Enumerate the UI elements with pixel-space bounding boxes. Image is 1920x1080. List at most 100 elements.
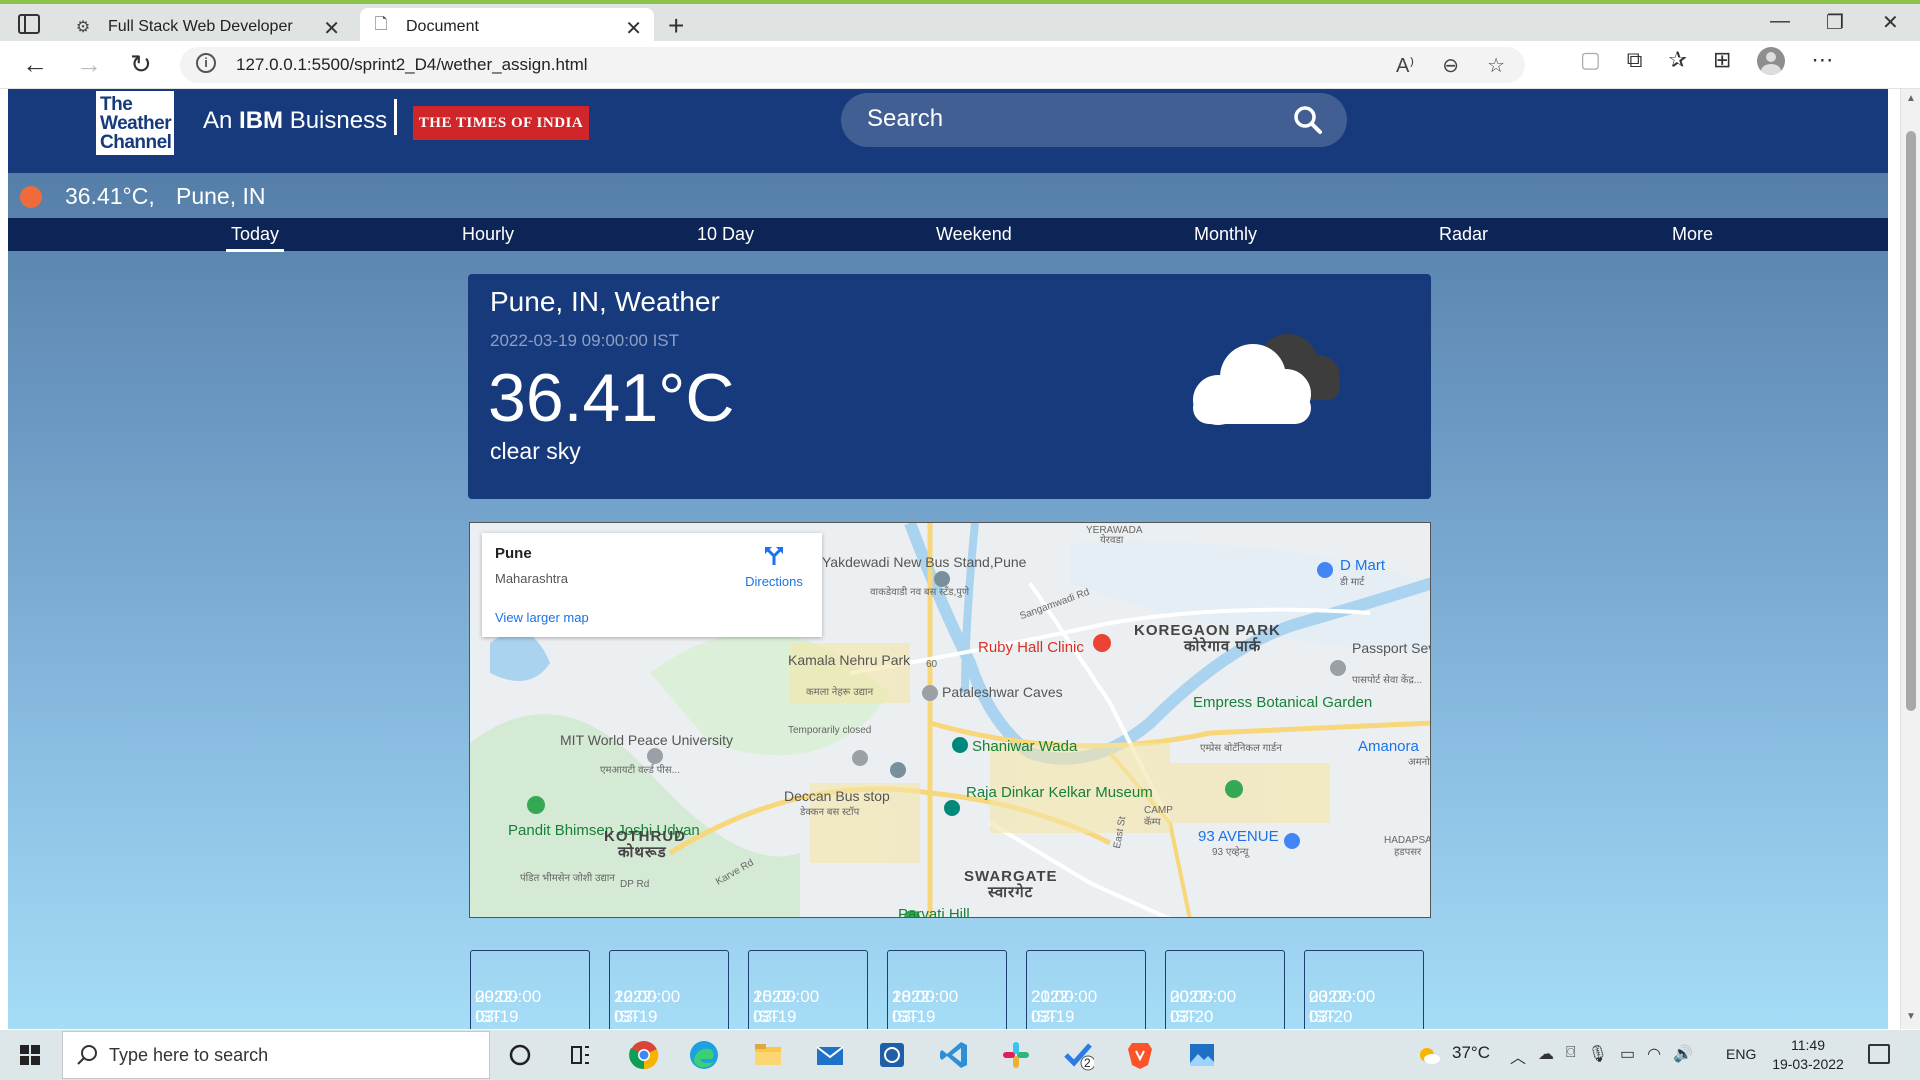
vscode-icon[interactable] bbox=[938, 1039, 970, 1071]
split-screen-icon[interactable]: ▢ bbox=[1580, 47, 1601, 75]
address-bar[interactable]: i 127.0.0.1:5500/sprint2_D4/wether_assig… bbox=[180, 47, 1525, 83]
weather-temp: 36.41°C bbox=[488, 360, 735, 436]
url-text[interactable]: 127.0.0.1:5500/sprint2_D4/wether_assign.… bbox=[236, 55, 588, 75]
forecast-time: 09:00:00 IST bbox=[475, 987, 542, 1026]
add-favorite-icon[interactable]: ☆ bbox=[1487, 53, 1505, 78]
forecast-card[interactable]: 2022-03-19 12:00:00 IST bbox=[609, 950, 729, 1029]
wifi-icon[interactable]: ◠ bbox=[1647, 1044, 1661, 1068]
clock[interactable]: 11:49 19-03-2022 bbox=[1768, 1036, 1848, 1074]
chevron-up-icon[interactable]: ︿ bbox=[1510, 1044, 1526, 1068]
menu-hourly[interactable]: Hourly bbox=[462, 224, 514, 245]
microphone-icon[interactable]: 🎙 bbox=[1588, 1044, 1608, 1068]
favorites-icon[interactable]: ✰ bbox=[1669, 47, 1687, 75]
search-icon[interactable] bbox=[1293, 105, 1323, 135]
weather-sun-icon[interactable] bbox=[1418, 1044, 1440, 1066]
weather-title: Pune, IN, Weather bbox=[490, 286, 720, 317]
forecast-card[interactable]: 2022-03-20 00:00:00 IST bbox=[1165, 950, 1285, 1029]
view-larger-map-link[interactable]: View larger map bbox=[495, 610, 589, 625]
forecast-card[interactable]: 2022-03-19 18:00:00 IST bbox=[887, 950, 1007, 1029]
taskbar-weather[interactable]: 37°C bbox=[1452, 1043, 1490, 1063]
weather-description: clear sky bbox=[490, 438, 581, 464]
directions-button[interactable]: Directions bbox=[739, 545, 809, 589]
back-icon[interactable]: ← bbox=[22, 49, 48, 80]
slack-icon[interactable] bbox=[1000, 1039, 1032, 1071]
ibm-bold: IBM bbox=[239, 107, 284, 134]
brave-icon[interactable] bbox=[1124, 1039, 1156, 1071]
volume-icon[interactable]: 🔊 bbox=[1673, 1044, 1693, 1068]
times-of-india-logo[interactable]: THE TIMES OF INDIA bbox=[413, 106, 589, 140]
menu-today[interactable]: Today bbox=[225, 224, 285, 252]
cloud-sync-icon[interactable]: ☁ bbox=[1538, 1044, 1554, 1068]
photos-icon[interactable] bbox=[1186, 1039, 1218, 1071]
edge-icon[interactable] bbox=[688, 1039, 720, 1071]
menu-radar[interactable]: Radar bbox=[1439, 224, 1488, 245]
tab-document[interactable]: 🗋 Document ✕ bbox=[360, 8, 654, 45]
chrome-icon[interactable] bbox=[628, 1039, 660, 1071]
scroll-down-icon[interactable]: ▼ bbox=[1906, 1011, 1916, 1022]
map-label: कॅम्प bbox=[1144, 817, 1161, 828]
minimize-icon[interactable]: — bbox=[1770, 10, 1790, 33]
ibm-suffix: Buisness bbox=[289, 107, 388, 134]
forecast-card[interactable]: 2022-03-19 21:00:00 IST bbox=[1026, 950, 1146, 1029]
language-indicator[interactable]: ENG bbox=[1726, 1046, 1756, 1062]
new-tab-icon[interactable]: + bbox=[668, 10, 684, 42]
logo-line: Weather bbox=[100, 112, 172, 134]
file-explorer-icon[interactable] bbox=[752, 1039, 784, 1071]
logo-line: Channel bbox=[100, 131, 172, 153]
search-bar[interactable]: Search bbox=[841, 93, 1347, 147]
close-window-icon[interactable]: ✕ bbox=[1882, 10, 1899, 35]
site-info-icon[interactable]: i bbox=[196, 53, 216, 73]
taskbar-search[interactable]: Type here to search bbox=[62, 1031, 490, 1079]
read-aloud-icon[interactable]: A⁾ bbox=[1396, 53, 1414, 78]
search-input[interactable]: Search bbox=[867, 105, 943, 133]
page-viewport: The Weather Channel An IBM Buisness THE … bbox=[8, 89, 1888, 1029]
task-view-icon[interactable] bbox=[564, 1039, 596, 1071]
logo-line: The bbox=[100, 93, 133, 115]
forecast-card[interactable]: 2022-03-19 09:00:00 IST bbox=[470, 950, 590, 1029]
map-label: DP Rd bbox=[620, 879, 650, 890]
menu-monthly[interactable]: Monthly bbox=[1194, 224, 1257, 245]
weather-channel-logo[interactable]: The Weather Channel bbox=[94, 89, 176, 157]
settings-more-icon[interactable]: ⋯ bbox=[1811, 47, 1833, 75]
tab-actions-icon[interactable] bbox=[18, 14, 40, 34]
extensions-icon[interactable]: ⧉ bbox=[1627, 47, 1643, 75]
forward-icon[interactable]: → bbox=[76, 49, 102, 80]
battery-icon[interactable]: ▭ bbox=[1620, 1044, 1635, 1068]
forecast-card[interactable]: 2022-03-20 03:00:00 IST bbox=[1304, 950, 1424, 1029]
scroll-up-icon[interactable]: ▲ bbox=[1906, 93, 1916, 104]
forecast-time: 18:00:00 IST bbox=[892, 987, 959, 1026]
taskbar-search-input[interactable]: Type here to search bbox=[109, 1045, 268, 1066]
menu-more[interactable]: More bbox=[1672, 224, 1713, 245]
scroll-thumb[interactable] bbox=[1906, 131, 1916, 711]
app-icon[interactable] bbox=[876, 1039, 908, 1071]
close-tab-icon[interactable]: ✕ bbox=[625, 16, 642, 41]
todo-badge: 2 bbox=[1084, 1056, 1091, 1070]
mail-icon[interactable] bbox=[814, 1039, 846, 1071]
google-map[interactable]: Yakdewadi New Bus Stand,Pune वाकडेवाडी न… bbox=[469, 522, 1431, 918]
close-tab-icon[interactable]: ✕ bbox=[323, 16, 340, 41]
menu-weekend[interactable]: Weekend bbox=[936, 224, 1012, 245]
browser-window: ⚙ Full Stack Web Developer ✕ 🗋 Document … bbox=[0, 0, 1920, 1080]
windows-taskbar: Type here to search 2 37°C ︿ ☁ ⌼ 🎙 ▭ ◠ 🔊… bbox=[0, 1030, 1920, 1080]
tab-full-stack[interactable]: ⚙ Full Stack Web Developer ✕ bbox=[62, 8, 352, 45]
page-scrollbar[interactable]: ▲ ▼ bbox=[1900, 89, 1920, 1029]
forecast-time: 15:00:00 IST bbox=[753, 987, 820, 1026]
meet-now-icon[interactable]: ⌼ bbox=[1566, 1044, 1576, 1068]
map-label: एमआयटी वर्ल्ड पीस... bbox=[600, 765, 680, 776]
restore-icon[interactable]: ❐ bbox=[1826, 10, 1844, 35]
notification-icon[interactable] bbox=[1868, 1044, 1890, 1064]
address-bar-icons: A⁾ ⊖ ☆ bbox=[1396, 53, 1505, 78]
cortana-icon[interactable] bbox=[504, 1039, 536, 1071]
collections-icon[interactable]: ⊞ bbox=[1713, 47, 1731, 75]
profile-avatar[interactable] bbox=[1757, 47, 1786, 75]
map-label: SWARGATE bbox=[964, 868, 1058, 885]
refresh-icon[interactable]: ↻ bbox=[130, 49, 152, 80]
menu-10-day[interactable]: 10 Day bbox=[697, 224, 754, 245]
windows-start-icon[interactable] bbox=[20, 1045, 40, 1065]
map-place-card: Pune Maharashtra View larger map Directi… bbox=[482, 533, 822, 637]
map-place-region: Maharashtra bbox=[495, 571, 568, 586]
zoom-out-icon[interactable]: ⊖ bbox=[1442, 53, 1459, 78]
map-label: 60 bbox=[926, 659, 938, 670]
forecast-card[interactable]: 2022-03-19 15:00:00 IST bbox=[748, 950, 868, 1029]
map-label: डी मार्ट bbox=[1340, 577, 1365, 588]
